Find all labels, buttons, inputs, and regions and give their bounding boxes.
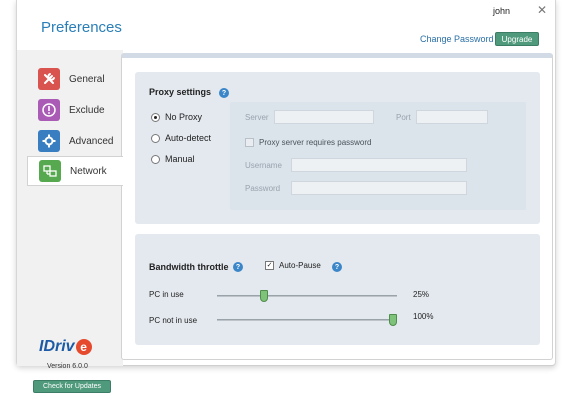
auto-pause-help-icon[interactable]: ?: [332, 262, 342, 272]
sidebar-item-label: Advanced: [69, 135, 114, 147]
window-title: Preferences: [41, 19, 122, 36]
preferences-window: Preferences john ✕ Change Password Upgra…: [16, 0, 556, 393]
wrench-icon: [38, 68, 60, 90]
username-label: Username: [245, 161, 282, 170]
bandwidth-help-icon[interactable]: ?: [233, 262, 243, 272]
checkbox-indicator: [245, 138, 254, 147]
username-label: john: [493, 6, 511, 16]
pc-not-in-use-slider-track[interactable]: [217, 319, 397, 321]
pc-in-use-value: 25%: [413, 290, 430, 299]
title-bar: Preferences john ✕ Change Password Upgra…: [17, 0, 555, 50]
close-icon[interactable]: ✕: [537, 3, 547, 17]
network-content: Proxy settings ? No Proxy Auto-detect Ma…: [121, 53, 553, 360]
checkbox-label: Auto-Pause: [279, 261, 321, 270]
checkbox-label: Proxy server requires password: [259, 138, 372, 147]
radio-label: Manual: [165, 154, 195, 164]
radio-indicator: [151, 133, 160, 143]
version-label: Version 6.0.0: [47, 363, 88, 370]
proxy-help-icon[interactable]: ?: [219, 88, 229, 98]
exclamation-icon: [38, 99, 60, 121]
sidebar-item-label: Network: [70, 165, 107, 177]
sidebar-item-label: General: [69, 73, 105, 85]
pc-in-use-slider-thumb[interactable]: [260, 290, 268, 302]
sidebar: General Exclude Advanced Network IDriv e …: [17, 50, 123, 393]
manual-radio[interactable]: Manual: [151, 154, 195, 164]
logo-text: IDriv: [39, 338, 75, 355]
radio-label: No Proxy: [165, 112, 203, 122]
idrive-logo: IDriv e: [39, 338, 92, 356]
radio-label: Auto-detect: [165, 133, 212, 143]
proxy-settings-title: Proxy settings: [149, 87, 212, 97]
upgrade-button[interactable]: Upgrade: [495, 32, 539, 46]
server-label: Server: [245, 113, 269, 122]
username-input[interactable]: [291, 158, 467, 172]
bandwidth-panel: Bandwidth throttle ? ✓ Auto-Pause ? PC i…: [135, 234, 540, 345]
gear-icon: [38, 130, 60, 152]
sidebar-item-label: Exclude: [69, 104, 105, 116]
auto-pause-checkbox[interactable]: ✓ Auto-Pause: [265, 261, 321, 270]
checkbox-indicator: ✓: [265, 261, 274, 270]
pc-in-use-slider-track[interactable]: [217, 295, 397, 297]
proxy-manual-fields: Server Port Proxy server requires passwo…: [230, 102, 526, 210]
port-label: Port: [396, 113, 411, 122]
check-for-updates-button[interactable]: Check for Updates: [33, 380, 111, 393]
password-input[interactable]: [291, 181, 467, 195]
sidebar-item-network[interactable]: Network: [27, 156, 123, 186]
no-proxy-radio[interactable]: No Proxy: [151, 112, 202, 122]
network-icon: [39, 160, 61, 182]
radio-indicator: [151, 154, 160, 164]
pc-not-in-use-slider-thumb[interactable]: [389, 314, 397, 326]
radio-indicator: [151, 112, 160, 122]
proxy-panel: Proxy settings ? No Proxy Auto-detect Ma…: [135, 72, 540, 224]
pc-in-use-label: PC in use: [149, 290, 184, 299]
server-input[interactable]: [274, 110, 374, 124]
pc-not-in-use-label: PC not in use: [149, 316, 198, 325]
bandwidth-throttle-title: Bandwidth throttle: [149, 262, 229, 272]
port-input[interactable]: [416, 110, 488, 124]
proxy-requires-password-checkbox[interactable]: Proxy server requires password: [245, 138, 371, 147]
change-password-link[interactable]: Change Password: [420, 34, 494, 44]
logo-e-mark: e: [75, 339, 92, 355]
pc-not-in-use-value: 100%: [413, 312, 434, 321]
auto-detect-radio[interactable]: Auto-detect: [151, 133, 211, 143]
password-label: Password: [245, 184, 281, 193]
